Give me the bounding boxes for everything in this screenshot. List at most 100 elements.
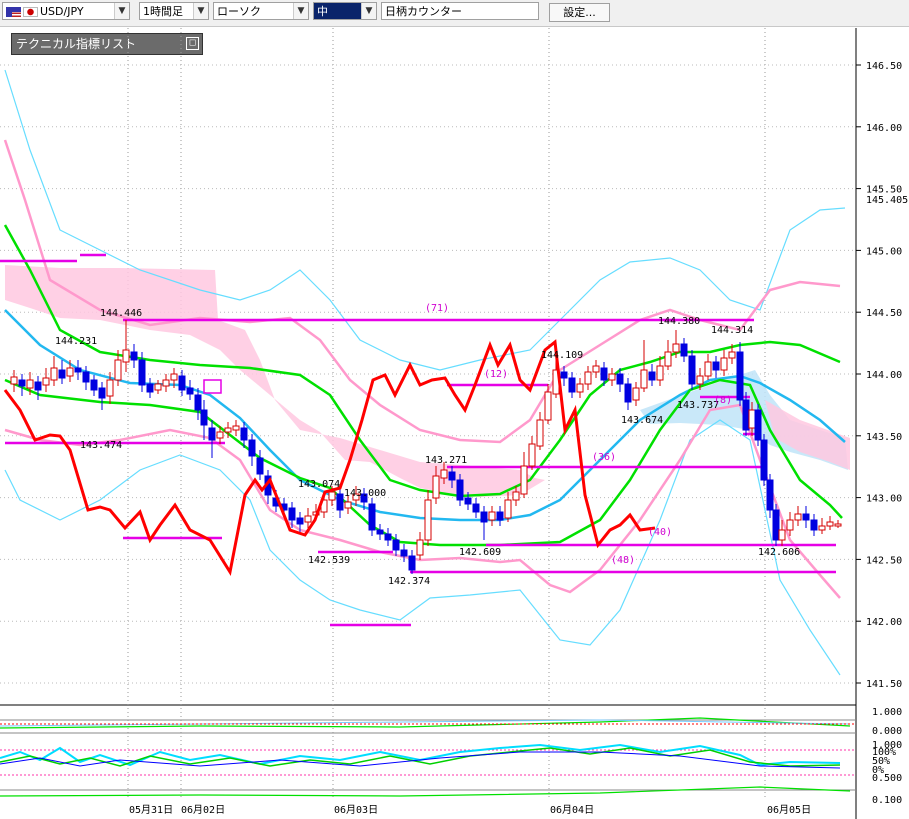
price-label: 144.446 [100,308,142,319]
candle-body [568,377,576,393]
candle-body [432,475,440,499]
price-label: 144.231 [55,336,97,347]
candle-body [464,497,472,505]
candle-body [528,443,536,467]
price-chart[interactable]: 146.50 146.00 145.50 145.00 144.50 144.00 143.… [0,0,909,819]
candle-body [42,377,50,386]
candle-body [772,509,780,541]
counter-label: (36) [592,452,616,463]
candle-body [376,529,384,535]
candle-body [616,373,624,385]
date-label: 06月03日 [334,804,378,816]
y-tick-label: 146.00 [866,123,902,134]
bollinger-inner-lower [4,403,841,599]
candle-body [656,365,664,381]
candle-body [680,343,688,357]
candle-body [794,513,802,521]
price-label: 143.474 [80,440,122,451]
candle-body [748,409,756,429]
candle-body [186,387,194,395]
candle-body [10,376,18,385]
candle-body [802,513,810,521]
candle-body [146,383,154,393]
sub-tick-label: 0.000 [872,726,902,737]
candle-body [728,351,736,359]
price-label: 142.609 [459,547,501,558]
candle-body [400,549,408,557]
candle-body [162,379,170,387]
candle-body [720,357,728,371]
candle-body [74,367,82,373]
candle-body [520,465,528,495]
counter-marker[interactable] [203,379,222,394]
candle-body [416,539,424,556]
candle-body [216,431,224,439]
candle-body [624,383,632,403]
price-label: 144.109 [541,350,583,361]
y-tick-label: 145.00 [866,246,902,257]
sub-tick-label: 0.100 [872,795,902,806]
candle-body [178,375,186,391]
candle-body [600,367,608,381]
sub-tick-label: 0.500 [872,773,902,784]
counter-label: (48) [611,555,635,566]
candle-body [328,491,336,501]
candle-body [834,523,842,527]
candle-body [608,373,616,381]
candle-body [664,351,672,367]
y-tick-label: 146.50 [866,61,902,72]
candle-body [248,439,256,457]
candle-body [18,379,26,387]
candle-body [194,394,202,411]
candle-body [496,511,504,521]
candle-body [536,419,544,447]
candle-body [584,371,592,385]
candle-body [632,387,640,401]
candle-body [82,371,90,383]
candle-body [736,351,744,401]
candle-body [544,391,552,421]
y-tick-label: 144.00 [866,370,902,381]
price-label: 143.000 [344,488,386,499]
date-label: 05月31日 [129,804,173,816]
candle-body [472,503,480,513]
date-label: 06月04日 [550,804,594,816]
y-tick-label: 144.50 [866,308,902,319]
candle-body [640,369,648,389]
price-label: 143.674 [621,415,663,426]
candle-body [742,399,750,431]
candle-body [696,375,704,385]
date-label: 06月02日 [181,804,225,816]
candle-body [58,369,66,379]
candle-body [66,367,74,377]
price-label: 143.074 [298,479,340,490]
candlesticks [10,320,842,574]
candle-body [592,365,600,373]
candle-body [786,519,794,531]
y-tick-label: 142.50 [866,555,902,566]
candle-body [130,351,138,361]
y-tick-label: 143.00 [866,494,902,505]
candle-body [304,515,312,523]
date-label: 06月05日 [767,804,811,816]
candle-body [224,427,232,433]
candle-body [200,409,208,426]
candle-body [456,479,464,501]
y-tick-label: 143.50 [866,432,902,443]
price-label: 143.737 [677,400,719,411]
candle-body [810,519,818,531]
candle-body [90,379,98,391]
candle-body [122,349,130,363]
candle-body [480,511,488,523]
candle-body [240,427,248,441]
sub-tick-label: 1.000 [872,707,902,718]
counter-label: (71) [425,303,449,314]
price-label: 144.314 [711,325,753,336]
candle-body [114,359,122,381]
candle-body [392,539,400,551]
price-label: 143.271 [425,455,467,466]
price-label: 142.539 [308,555,350,566]
candle-body [26,379,34,389]
candle-body [106,379,114,397]
price-label: 144.380 [658,316,700,327]
